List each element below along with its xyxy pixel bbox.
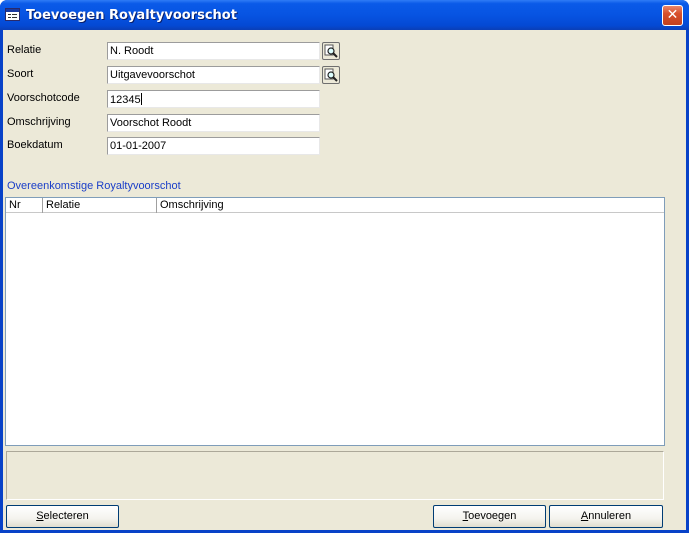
annuleren-button[interactable]: Annuleren: [549, 505, 663, 528]
toevoegen-button[interactable]: Toevoegen: [433, 505, 546, 528]
relatie-value: N. Roodt: [110, 45, 154, 57]
annuleren-label: nnuleren: [588, 510, 632, 522]
dialog-window: Toevoegen Royaltyvoorschot ✕ Relatie N. …: [0, 0, 689, 533]
selecteren-mnemonic: S: [36, 510, 44, 522]
magnifier-lookup-icon: [324, 68, 338, 82]
selecteren-button[interactable]: Selecteren: [6, 505, 119, 528]
column-header-nr[interactable]: Nr: [6, 198, 43, 213]
section-title: Overeenkomstige Royaltyvoorschot: [7, 180, 181, 192]
list-header: Nr Relatie Omschrijving: [6, 198, 664, 213]
status-panel: [6, 451, 664, 500]
magnifier-lookup-icon: [324, 44, 338, 58]
soort-label: Soort: [7, 68, 34, 80]
selecteren-label: electeren: [43, 510, 89, 522]
soort-lookup-button[interactable]: [322, 66, 340, 84]
column-header-omschrijving[interactable]: Omschrijving: [157, 198, 664, 213]
column-header-relatie[interactable]: Relatie: [43, 198, 157, 213]
text-caret: [140, 93, 142, 105]
omschrijving-label: Omschrijving: [7, 116, 71, 128]
form-window-icon: [5, 8, 20, 21]
voorschotcode-field[interactable]: 12345: [107, 90, 320, 108]
dialog-client-area: Relatie N. Roodt Soort Uitgavevoorschot …: [3, 30, 686, 530]
boekdatum-value: 01-01-2007: [110, 140, 167, 152]
boekdatum-field[interactable]: 01-01-2007: [107, 137, 320, 155]
omschrijving-field[interactable]: Voorschot Roodt: [107, 114, 320, 132]
title-bar[interactable]: Toevoegen Royaltyvoorschot ✕: [0, 0, 689, 30]
toevoegen-label: oevoegen: [468, 510, 517, 522]
relatie-field[interactable]: N. Roodt: [107, 42, 320, 60]
omschrijving-value: Voorschot Roodt: [110, 117, 192, 129]
relatie-label: Relatie: [7, 44, 42, 56]
royaltyvoorschot-list[interactable]: Nr Relatie Omschrijving: [5, 197, 665, 446]
window-title: Toevoegen Royaltyvoorschot: [26, 8, 237, 23]
soort-value: Uitgavevoorschot: [110, 69, 195, 81]
voorschotcode-value: 12345: [110, 94, 141, 106]
voorschotcode-label: Voorschotcode: [7, 92, 80, 104]
boekdatum-label: Boekdatum: [7, 139, 63, 151]
soort-field[interactable]: Uitgavevoorschot: [107, 66, 320, 84]
close-button[interactable]: ✕: [662, 5, 683, 26]
relatie-lookup-button[interactable]: [322, 42, 340, 60]
